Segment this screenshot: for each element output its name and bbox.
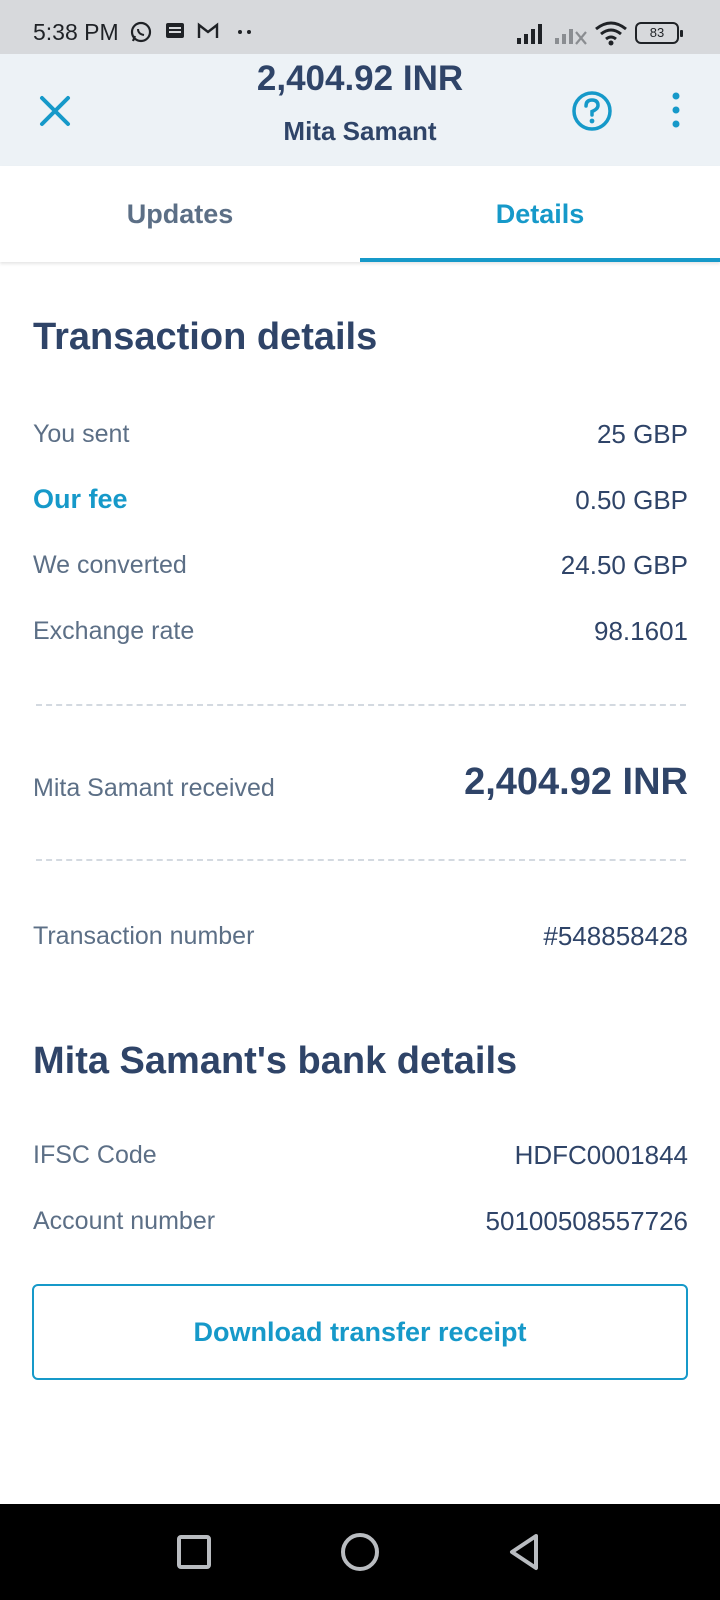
ifsc-label: IFSC Code xyxy=(33,1141,157,1169)
account-number-label: Account number xyxy=(33,1207,216,1235)
system-nav-bar xyxy=(0,1504,720,1600)
signal-icon-2 xyxy=(555,29,587,45)
header-amount: 2,404.92 INR xyxy=(256,59,464,98)
tab-details[interactable]: Details xyxy=(360,166,720,262)
received-value: 2,404.92 INR xyxy=(464,761,688,803)
active-tab-indicator xyxy=(360,258,720,262)
close-icon[interactable] xyxy=(36,92,74,130)
ifsc-value: HDFC0001844 xyxy=(514,1140,688,1170)
received-label: Mita Samant received xyxy=(33,774,275,802)
status-bar: 5:38 PM 83 xyxy=(0,0,720,54)
bank-details-title: Mita Samant's bank details xyxy=(33,1040,518,1082)
whatsapp-icon xyxy=(130,21,152,43)
transaction-details-title: Transaction details xyxy=(33,316,378,358)
back-icon[interactable] xyxy=(502,1530,546,1574)
you-sent-value: 25 GBP xyxy=(596,419,688,449)
our-fee-value: 0.50 GBP xyxy=(575,485,688,515)
exchange-rate-value: 98.1601 xyxy=(594,616,688,646)
tab-updates[interactable]: Updates xyxy=(0,166,360,262)
message-icon xyxy=(166,23,184,38)
gmail-icon xyxy=(197,22,219,38)
account-number-value: 50100508557726 xyxy=(485,1206,688,1236)
app-header: 2,404.92 INR Mita Samant xyxy=(0,54,720,166)
transaction-number-value: #548858428 xyxy=(543,921,688,951)
help-icon[interactable] xyxy=(571,90,613,132)
tab-bar: Updates Details xyxy=(0,166,720,262)
battery-icon: 83 xyxy=(635,22,683,44)
our-fee-link[interactable]: Our fee xyxy=(33,484,128,515)
we-converted-value: 24.50 GBP xyxy=(560,550,688,580)
transaction-number-label: Transaction number xyxy=(33,922,255,950)
signal-icon xyxy=(517,24,542,44)
header-recipient: Mita Samant xyxy=(283,116,437,146)
more-vert-icon[interactable] xyxy=(664,90,688,132)
we-converted-label: We converted xyxy=(33,551,187,579)
download-receipt-button[interactable]: Download transfer receipt xyxy=(32,1284,688,1380)
recents-icon[interactable] xyxy=(172,1530,216,1574)
home-icon[interactable] xyxy=(338,1530,382,1574)
wifi-icon xyxy=(595,21,627,46)
divider xyxy=(36,704,686,706)
you-sent-label: You sent xyxy=(33,420,130,448)
dots-icon xyxy=(238,30,251,34)
status-time: 5:38 PM xyxy=(33,19,119,45)
divider xyxy=(36,859,686,861)
exchange-rate-label: Exchange rate xyxy=(33,617,195,645)
